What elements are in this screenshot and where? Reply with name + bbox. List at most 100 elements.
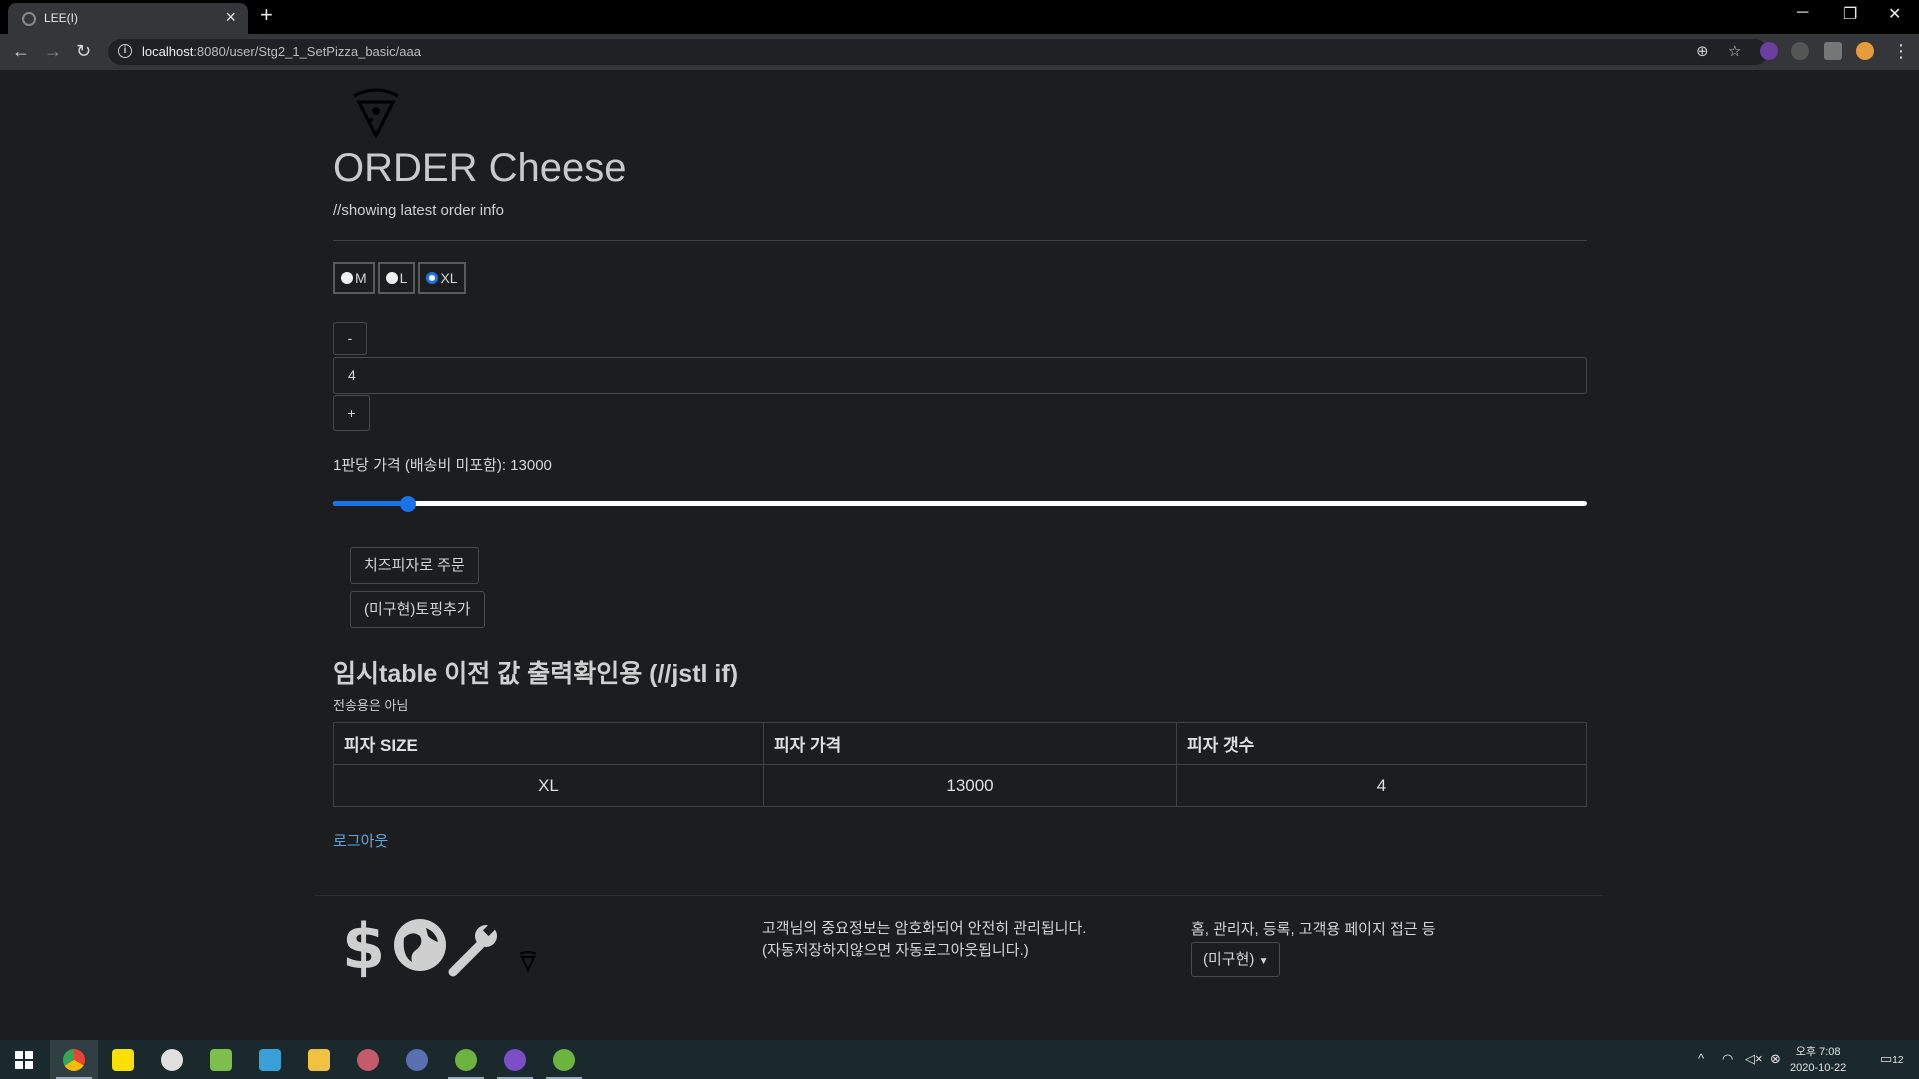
chrome-icon — [63, 1048, 85, 1071]
puzzle-icon[interactable] — [1824, 42, 1842, 60]
tab-close-icon[interactable]: × — [225, 7, 236, 28]
pizza-small-icon — [519, 951, 537, 973]
wrench-icon — [448, 921, 498, 977]
quantity-minus-button[interactable]: - — [333, 322, 367, 355]
taskbar-app-eclipse[interactable] — [393, 1040, 441, 1079]
hs-icon — [161, 1048, 183, 1071]
volume-muted-icon[interactable]: ◁× — [1745, 1051, 1763, 1067]
table-row: XL 13000 4 — [333, 764, 1587, 807]
globe-favicon-icon — [22, 12, 36, 26]
extension-icon[interactable] — [1791, 42, 1809, 60]
network-icon[interactable]: ◠ — [1722, 1051, 1733, 1067]
taskbar-app-spring[interactable] — [442, 1040, 490, 1079]
column-header: 피자 가격 — [763, 722, 1177, 765]
spring-icon — [455, 1048, 477, 1071]
browser-tab-bar: LEE(I) × + ─ ❐ ✕ — [0, 0, 1919, 34]
back-arrow-icon[interactable]: ← — [12, 41, 30, 62]
radio-xl[interactable] — [426, 272, 439, 284]
radio-l[interactable] — [385, 272, 398, 284]
taskbar-file-explorer[interactable] — [295, 1040, 343, 1079]
forward-arrow-icon[interactable]: → — [44, 41, 62, 62]
taskbar-app-spring2[interactable] — [540, 1040, 588, 1079]
clock-time: 오후 7:08 — [1795, 1046, 1841, 1058]
browser-tab[interactable]: LEE(I) × — [8, 3, 248, 34]
table-cell: 4 — [1176, 764, 1587, 807]
bookmark-star-icon[interactable]: ☆ — [1728, 42, 1741, 60]
clock-date: 2020-10-22 — [1790, 1062, 1847, 1074]
size-radio-group: M L XL — [333, 262, 469, 294]
taskbar-app-blue[interactable] — [246, 1040, 294, 1079]
browser-toolbar: ← → ↻ i localhost:8080/user/Stg2_1_SetPi… — [0, 34, 1919, 70]
add-topping-button[interactable]: (미구현)토핑추가 — [350, 591, 485, 628]
footer-icon-row: $ — [340, 910, 540, 985]
site-info-icon[interactable]: i — [118, 44, 132, 58]
windows-taskbar: ^ ◠ ◁× ⊗ 오후 7:08 2020-10-22 ▭12 — [0, 1040, 1919, 1079]
page-subtitle: //showing latest order info — [333, 202, 504, 219]
status-icon[interactable]: ⊗ — [1770, 1051, 1781, 1067]
profile-avatar[interactable] — [1856, 42, 1874, 60]
slider-thumb[interactable] — [400, 496, 417, 512]
radio-m[interactable] — [341, 272, 353, 284]
notification-count: 12 — [1892, 1055, 1904, 1066]
notification-icon[interactable]: ▭12 — [1880, 1051, 1903, 1067]
table-header-row: 피자 SIZE 피자 가격 피자 갯수 — [333, 722, 1587, 765]
taskbar-kakaotalk[interactable] — [99, 1040, 147, 1079]
restore-button[interactable]: ❐ — [1843, 4, 1857, 24]
window-close-button[interactable]: ✕ — [1888, 4, 1901, 24]
footer-icons: $ — [342, 910, 537, 983]
url-text[interactable]: localhost:8080/user/Stg2_1_SetPizza_basi… — [142, 44, 421, 59]
app-icon — [504, 1048, 526, 1071]
clock[interactable]: 오후 7:08 2020-10-22 — [1790, 1044, 1846, 1076]
size-label: M — [355, 270, 367, 286]
extension-icon[interactable] — [1760, 42, 1778, 60]
security-line: 고객님의 중요정보는 암호화되어 안전히 관리됩니다. — [762, 920, 1087, 937]
table-cell: XL — [333, 764, 764, 807]
taskbar-chrome[interactable] — [50, 1040, 98, 1079]
reload-icon[interactable]: ↻ — [76, 41, 91, 62]
new-tab-button[interactable]: + — [260, 2, 273, 28]
menu-kebab-icon[interactable]: ⋮ — [1892, 41, 1910, 62]
zoom-icon[interactable]: ⊕ — [1696, 42, 1709, 60]
footer-divider — [315, 895, 1603, 896]
security-notice: 고객님의 중요정보는 암호화되어 안전히 관리됩니다. (자동저장하지않으면 자… — [762, 918, 1086, 962]
table-cell: 13000 — [763, 764, 1177, 807]
taskbar-app-fish[interactable] — [344, 1040, 392, 1079]
size-option-xl[interactable]: XL — [418, 262, 466, 294]
logout-link[interactable]: 로그아웃 — [333, 830, 388, 851]
start-button[interactable] — [0, 1040, 48, 1079]
blue-app-icon — [259, 1048, 281, 1071]
tab-title: LEE(I) — [44, 11, 79, 25]
order-cheese-pizza-button[interactable]: 치즈피자로 주문 — [350, 547, 479, 584]
tray-chevron-icon[interactable]: ^ — [1698, 1051, 1704, 1066]
slider-track — [333, 501, 1587, 506]
size-option-l[interactable]: L — [377, 262, 416, 294]
svg-text:$: $ — [342, 910, 385, 980]
pizza-logo-icon — [353, 88, 399, 138]
size-label: L — [399, 270, 408, 286]
divider — [333, 240, 1587, 241]
caret-down-icon: ▼ — [1258, 956, 1269, 967]
price-label: 1판당 가격 (배송비 미포함): 13000 — [333, 457, 552, 474]
price-slider[interactable] — [333, 491, 1587, 515]
taskbar-app-purple[interactable] — [491, 1040, 539, 1079]
size-option-m[interactable]: M — [333, 262, 375, 294]
taskbar-app-hs[interactable] — [148, 1040, 196, 1079]
security-line: (자동저장하지않으면 자동로그아웃됩니다.) — [762, 942, 1029, 959]
minimize-button[interactable]: ─ — [1797, 4, 1808, 22]
size-label: XL — [440, 270, 458, 286]
app-icon — [357, 1048, 379, 1071]
taskbar-app-chart[interactable] — [197, 1040, 245, 1079]
table-heading: 임시table 이전 값 출력확인용 (//jstl if) — [333, 660, 739, 688]
page-title: ORDER Cheese — [333, 146, 627, 190]
column-header: 피자 갯수 — [1176, 722, 1587, 765]
kakaotalk-icon — [112, 1048, 134, 1071]
order-table: 피자 SIZE 피자 가격 피자 갯수 XL 13000 4 — [333, 722, 1587, 807]
windows-logo-icon — [15, 1050, 33, 1069]
address-bar[interactable]: i localhost:8080/user/Stg2_1_SetPizza_ba… — [108, 39, 1768, 65]
footer-nav-text: 홈, 관리자, 등록, 고객용 페이지 접근 등 — [1191, 921, 1436, 938]
dropdown-label: (미구현) — [1203, 951, 1255, 968]
quantity-plus-button[interactable]: + — [333, 395, 370, 431]
quantity-input[interactable]: 4 — [333, 357, 1587, 394]
globe-icon — [394, 919, 446, 971]
footer-dropdown-button[interactable]: (미구현) ▼ — [1191, 942, 1281, 977]
